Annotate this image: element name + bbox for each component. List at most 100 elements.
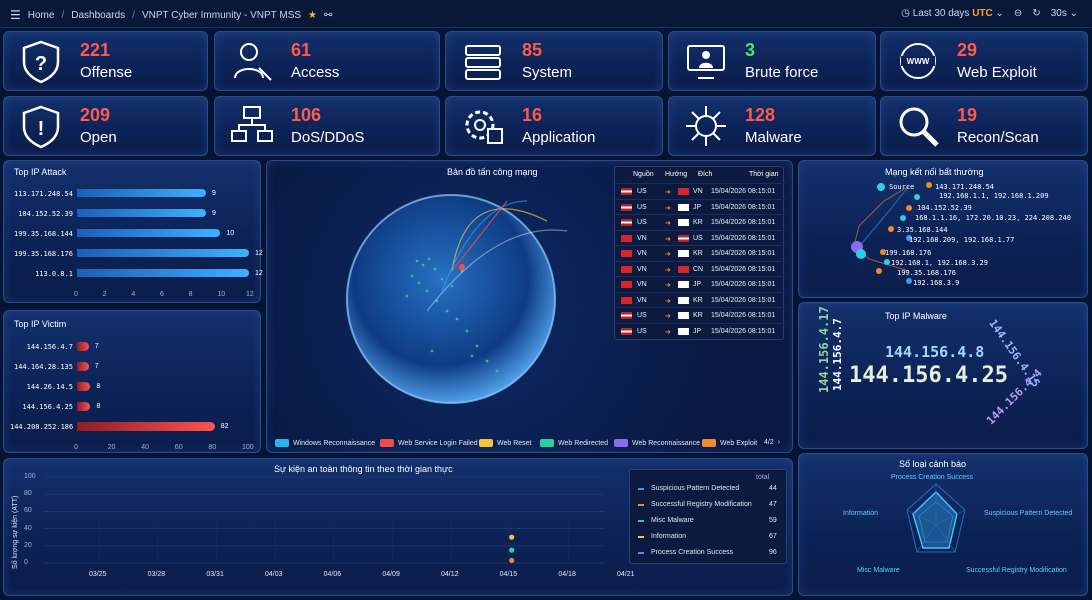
table-row[interactable]: US ➜ KR 15/04/2026 08:15:01 [615,307,785,323]
flag-icon [678,250,689,257]
scatter-point[interactable] [509,534,515,540]
bar[interactable] [77,249,249,257]
stat-label: Offense [80,64,133,81]
stat-card-brute-force[interactable]: 3 Brute force [668,31,876,91]
bar-label: 144.208.252.186 [10,423,74,431]
legend-pager[interactable]: 4/2 › [764,439,780,446]
attack-map-panel: Bản đồ tấn công mạng Nguồn Hướng Đích Th… [266,160,793,453]
scatter-point[interactable] [509,557,515,564]
bar-label: 144.26.14.5 [26,383,73,391]
bar-value: 7 [94,343,99,350]
flag-icon [621,296,632,304]
stat-card-dos-ddos[interactable]: 106 DoS/DDoS [214,96,440,156]
bar-label: 199.35.168.144 [13,230,73,238]
word-cloud-item: 144.156.4.17 [817,306,831,393]
radar-axis-label: Process Creation Success [891,474,974,481]
network-node-label: 192.168.209, 192.168.1.77 [909,236,1015,244]
stat-card-recon-scan[interactable]: 19 Recon/Scan [880,96,1088,156]
refresh-icon[interactable]: ↻ [1032,8,1040,19]
network-node-label: 3.35.168.144 [897,226,948,234]
stat-card-system[interactable]: 85 System [445,31,663,91]
arrow-right-icon: ➜ [665,297,671,305]
monitor-user-icon [687,45,725,79]
bar-value: 12 [255,270,263,277]
x-tick: 04/21 [617,571,635,578]
shield-question-icon: ? [22,40,60,84]
axis-tick: 0 [74,291,78,298]
network-computers-icon [231,106,273,142]
axis-tick: 40 [141,444,149,451]
flag-icon [678,296,689,304]
bar[interactable] [77,209,206,217]
table-row[interactable]: US ➜ KR 15/04/2026 08:15:01 [615,214,785,230]
menu-icon[interactable]: ☰ [10,8,21,22]
flag-icon [678,265,689,273]
bar[interactable] [77,422,215,431]
stat-label: DoS/DDoS [291,129,365,146]
breadcrumb-home[interactable]: Home [28,10,55,21]
panel-title: Top IP Victim [14,319,67,329]
axis-tick: 80 [208,444,217,451]
stat-value: 3 [745,40,756,60]
refresh-interval[interactable]: 30s ⌄ [1051,8,1078,19]
axis-tick: 60 [174,444,183,451]
network-node-label: 192.168.1.1, 192.168.1.209 [939,192,1049,200]
network-node-label: 192.168.1, 192.168.3.29 [891,259,988,267]
table-row[interactable]: VN ➜ KR 15/04/2026 08:15:01 [615,291,785,308]
zoom-out-icon[interactable]: ⊖ [1014,8,1022,19]
legend-item[interactable]: Web Exploit [702,439,757,447]
table-row[interactable]: US ➜ JP 15/04/2026 08:15:01 [615,322,785,339]
legend-item[interactable]: Windows Reconnaissance [275,439,375,447]
star-icon[interactable]: ★ [308,10,317,21]
axis-tick: 0 [74,444,78,451]
bar[interactable] [77,189,206,197]
legend-item[interactable]: Web Reconnaissance [614,439,700,447]
flag-icon [678,188,689,195]
bar-label: 144.156.4.25 [22,403,73,411]
table-row[interactable]: US ➜ VN 15/04/2026 08:15:01 [615,183,785,199]
table-row[interactable]: VN ➜ JP 15/04/2026 08:15:01 [615,276,785,292]
radar-axis-label: Successful Registry Modification [966,567,1067,574]
table-row[interactable]: VN ➜ US 15/04/2026 08:15:01 [615,229,785,246]
stat-card-offense[interactable]: ? 221 Offense [3,31,208,91]
top-ip-victim-panel: Top IP Victim 144.156.4.7 7 144.164.28.13… [3,310,261,453]
network-node-label: 104.152.52.39 [917,204,972,212]
arrow-right-icon: ➜ [665,266,671,274]
legend-total-header: total [756,474,770,481]
bar[interactable] [77,402,91,411]
arrow-right-icon: ➜ [665,313,671,320]
svg-text:?: ? [35,53,47,75]
word-cloud-item: 144.156.4.7 [831,318,844,391]
flag-icon [678,234,689,242]
legend-item[interactable]: Web Reset [479,439,532,447]
legend-item[interactable]: Web Service Login Failed [380,439,478,447]
bar[interactable] [77,382,91,391]
axis-tick: 4 [131,291,136,298]
flag-icon [621,234,632,242]
bar[interactable] [77,229,221,237]
y-tick: 80 [24,490,32,498]
time-range-picker[interactable]: ◷ Last 30 days UTC ⌄ [901,8,1004,19]
table-row[interactable]: US ➜ JP 15/04/2026 08:15:01 [615,198,785,215]
bar-label: 113.0.8.1 [35,270,73,278]
table-row[interactable]: VN ➜ CN 15/04/2026 08:15:01 [615,260,785,277]
scatter-point[interactable] [509,547,515,553]
axis-tick: 8 [188,291,193,298]
bar[interactable] [77,362,89,371]
flag-icon [621,219,632,226]
breadcrumb-dashboards[interactable]: Dashboards [71,10,125,21]
bar[interactable] [77,269,249,277]
share-icon[interactable]: ⚯ [324,10,332,21]
stat-card-malware[interactable]: 128 Malware [668,96,876,156]
stat-card-web-exploit[interactable]: WWW 29 Web Exploit [880,31,1088,91]
y-tick: 100 [24,473,36,480]
stat-label: Brute force [745,64,819,81]
bar[interactable] [77,342,89,351]
stat-card-application[interactable]: 16 Application [445,96,663,156]
server-icon [465,45,501,80]
stat-card-open[interactable]: ! 209 Open [3,96,208,156]
table-row[interactable]: VN ➜ KR 15/04/2026 08:15:01 [615,245,785,261]
legend-item[interactable]: Web Redirected [540,439,608,447]
clock-icon: ◷ [901,8,910,19]
stat-card-access[interactable]: 61 Access [214,31,440,91]
